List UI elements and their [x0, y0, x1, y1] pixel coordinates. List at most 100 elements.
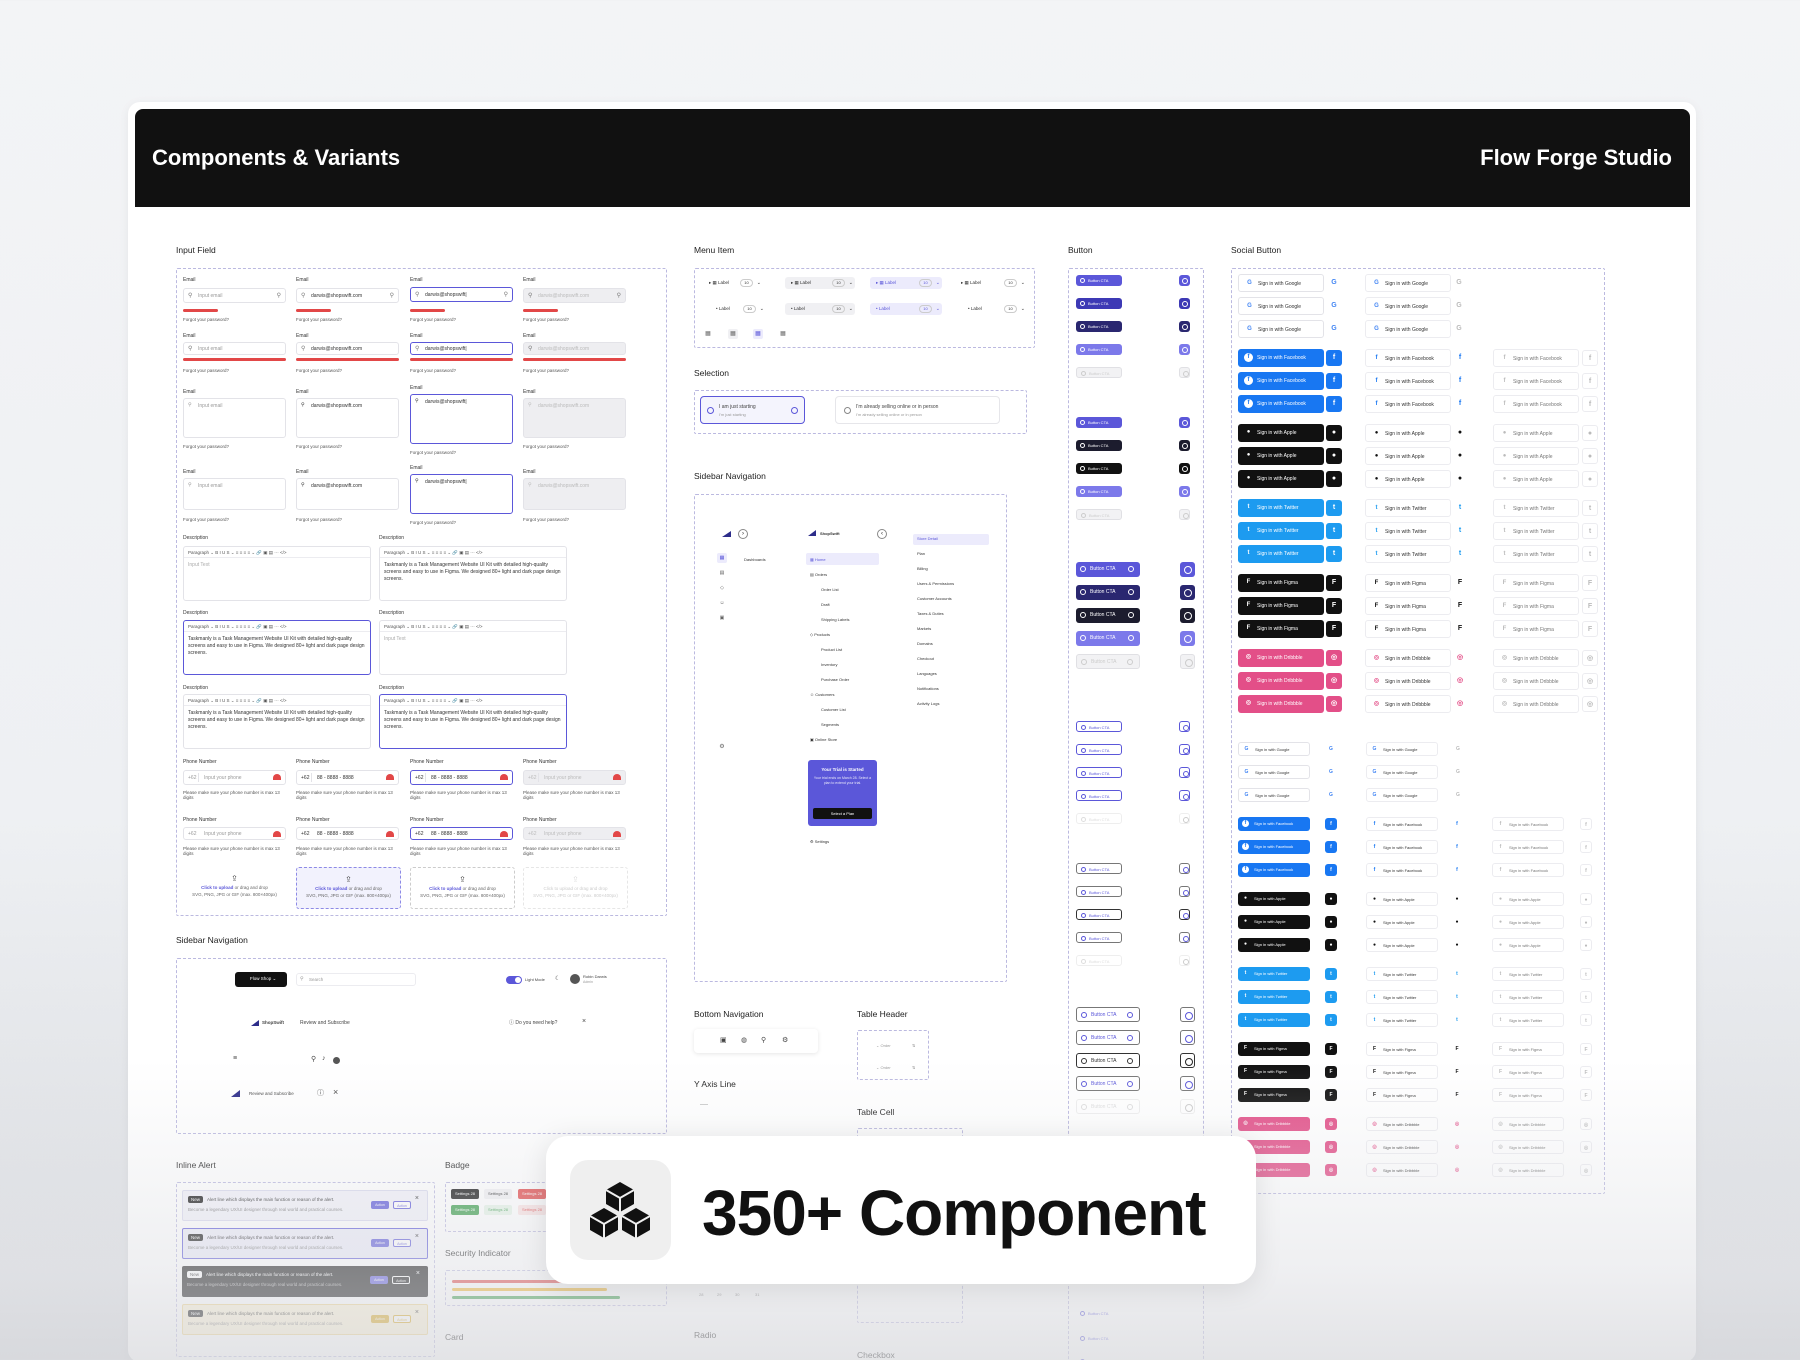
- avatar[interactable]: [333, 1057, 340, 1064]
- google-icon-button[interactable]: G: [1326, 321, 1342, 337]
- selection-option[interactable]: I'm already selling online or in person …: [835, 396, 1000, 424]
- menu-item-sub-hover[interactable]: • Label 10 ⌄: [785, 303, 855, 315]
- sign-in-twitter-button-outline[interactable]: t Sign in with Twitter: [1366, 967, 1438, 981]
- dribbble-icon-button-outline[interactable]: ◎: [1451, 1141, 1463, 1153]
- home-icon[interactable]: ▦: [717, 553, 727, 563]
- sign-in-apple-button-outline[interactable]: ● Sign in with Apple: [1365, 424, 1451, 442]
- alert-action-button[interactable]: Action: [393, 1315, 411, 1323]
- alert-action-button[interactable]: Action: [392, 1276, 410, 1284]
- icon-button[interactable]: [1180, 562, 1195, 577]
- sign-in-twitter-button-outline[interactable]: t Sign in with Twitter: [1365, 545, 1451, 563]
- twitter-icon-button[interactable]: t: [1326, 500, 1342, 516]
- apple-icon-button[interactable]: ●: [1326, 448, 1342, 464]
- sign-in-facebook-button[interactable]: f Sign in with Facebook: [1238, 817, 1310, 831]
- twitter-icon-button[interactable]: t: [1325, 991, 1337, 1003]
- sign-in-google-button[interactable]: G Sign in with Google: [1238, 297, 1324, 315]
- sign-in-dribbble-button[interactable]: ◎Sign in with Dribbble: [1238, 649, 1324, 667]
- sort-icon[interactable]: ⇅: [912, 1043, 915, 1048]
- cta-button[interactable]: Button CTA: [1076, 417, 1122, 428]
- select-plan-button[interactable]: Select a Plan: [813, 808, 872, 819]
- alert-action-button[interactable]: Action: [393, 1239, 411, 1247]
- search-icon[interactable]: ⚲: [311, 1055, 316, 1063]
- sign-in-twitter-button-outline[interactable]: t Sign in with Twitter: [1365, 499, 1451, 517]
- cta-button[interactable]: Button CTA: [1076, 275, 1122, 286]
- sign-in-apple-button-outline[interactable]: ● Sign in with Apple: [1366, 892, 1438, 906]
- icon-button[interactable]: [1180, 585, 1195, 600]
- cta-button[interactable]: Button CTA: [1076, 863, 1122, 874]
- cta-button[interactable]: Button CTA: [1076, 321, 1122, 332]
- sign-in-twitter-button[interactable]: t Sign in with Twitter: [1238, 499, 1324, 517]
- nav-product-list[interactable]: Product List: [821, 647, 842, 652]
- twitter-icon-button-outline[interactable]: t: [1452, 500, 1468, 516]
- gear-icon[interactable]: ⚙: [782, 1036, 788, 1044]
- icon-button[interactable]: [1180, 1030, 1195, 1045]
- menu-item-sub-active[interactable]: • Label 10 ⌄: [870, 303, 942, 315]
- cta-button[interactable]: Button CTA: [1076, 1076, 1140, 1091]
- editor-toolbar[interactable]: Paragraph ⌄ B I U S ⌄ ≡ ≡ ≡ ≡ ⌄ 🔗 ▣ ▤ ··…: [184, 547, 370, 558]
- icon-button[interactable]: [1179, 932, 1190, 943]
- settings-nav-item[interactable]: Store Detail: [917, 536, 938, 541]
- icon-button[interactable]: [1180, 654, 1195, 669]
- nav-shipping[interactable]: Shipping Labels: [821, 617, 849, 622]
- sign-in-google-button[interactable]: G Sign in with Google: [1238, 742, 1310, 756]
- close-icon[interactable]: ×: [415, 1309, 419, 1316]
- email-input-small[interactable]: ⚲ darwis@shopswift.com: [296, 342, 399, 355]
- facebook-icon-button[interactable]: f: [1325, 818, 1337, 830]
- facebook-icon-button[interactable]: f: [1326, 350, 1342, 366]
- cta-button[interactable]: Button CTA: [1076, 631, 1140, 646]
- nav-home[interactable]: ▦ Home: [810, 557, 826, 562]
- figma-icon-button[interactable]: F: [1326, 621, 1342, 637]
- sign-in-figma-button-outline[interactable]: F Sign in with Figma: [1365, 620, 1451, 638]
- forgot-link[interactable]: Forgot your password?: [296, 517, 342, 522]
- facebook-icon-button[interactable]: f: [1326, 373, 1342, 389]
- phone-input-small-focused[interactable]: +62 88 - 8888 - 8888: [410, 827, 513, 840]
- apple-icon-button-outline[interactable]: ●: [1452, 448, 1468, 464]
- facebook-icon-button[interactable]: f: [1326, 396, 1342, 412]
- sign-in-google-button-outline[interactable]: G Sign in with Google: [1366, 742, 1438, 756]
- nav-customer-list[interactable]: Customer List: [821, 707, 846, 712]
- google-icon-button[interactable]: G: [1326, 275, 1342, 291]
- settings-nav-item[interactable]: Customer Accounts: [917, 596, 952, 601]
- nav-online-store[interactable]: ▣ Online Store: [810, 737, 837, 742]
- cta-button[interactable]: Button CTA: [1076, 440, 1122, 451]
- cta-button[interactable]: Button CTA: [1076, 1053, 1140, 1068]
- forgot-link[interactable]: Forgot your password?: [296, 368, 342, 373]
- forgot-link[interactable]: Forgot your password?: [296, 317, 342, 322]
- nav-draft[interactable]: Draft: [821, 602, 830, 607]
- sign-in-twitter-button[interactable]: t Sign in with Twitter: [1238, 545, 1324, 563]
- cta-button[interactable]: Button CTA: [1076, 932, 1122, 943]
- email-textbox-focused[interactable]: ⚲ darwis@shopswift|: [410, 394, 513, 444]
- cta-button[interactable]: Button CTA: [1076, 1099, 1140, 1114]
- sign-in-twitter-button[interactable]: t Sign in with Twitter: [1238, 522, 1324, 540]
- cta-button[interactable]: Button CTA: [1076, 1030, 1140, 1045]
- icon-button[interactable]: [1179, 417, 1190, 428]
- sign-in-figma-button-outline[interactable]: F Sign in with Figma: [1366, 1065, 1438, 1079]
- dribbble-icon-button[interactable]: ◎: [1325, 1164, 1337, 1176]
- cta-button[interactable]: Button CTA: [1076, 744, 1122, 755]
- settings-nav-item[interactable]: Languages: [917, 671, 937, 676]
- sign-in-figma-button[interactable]: F Sign in with Figma: [1238, 620, 1324, 638]
- forgot-link[interactable]: Forgot your password?: [183, 317, 229, 322]
- chevron-left-icon[interactable]: ‹: [877, 529, 887, 539]
- email-input-focused[interactable]: ⚲ darwis@shopswift| ⚲: [410, 287, 513, 302]
- dribbble-icon-button[interactable]: ◎: [1326, 650, 1342, 666]
- editor-toolbar[interactable]: Paragraph ⌄ B I U S ⌄ ≡ ≡ ≡ ≡ ⌄ 🔗 ▣ ▤ ··…: [184, 621, 370, 632]
- sign-in-facebook-button[interactable]: f Sign in with Facebook: [1238, 863, 1310, 877]
- apple-icon-button[interactable]: ●: [1325, 939, 1337, 951]
- icon-button[interactable]: [1179, 767, 1190, 778]
- sign-in-google-button-outline[interactable]: G Sign in with Google: [1365, 297, 1451, 315]
- sign-in-figma-button[interactable]: F Sign in with Figma: [1238, 1088, 1310, 1102]
- table-header-cell[interactable]: ⌄ Order: [876, 1043, 891, 1048]
- cta-button[interactable]: Button CTA: [1076, 298, 1122, 309]
- icon-button[interactable]: [1179, 298, 1190, 309]
- icon-button[interactable]: [1179, 955, 1190, 966]
- cta-button[interactable]: Button CTA: [1076, 1333, 1122, 1344]
- phone-input-small[interactable]: +62 88 - 8888 - 8888: [296, 827, 399, 840]
- menu-item[interactable]: ▸ ▦ Label 10 ⌄: [703, 277, 763, 289]
- table-header-cell[interactable]: ⌄ Order: [876, 1065, 891, 1070]
- icon-button[interactable]: [1179, 367, 1190, 378]
- apple-icon-button-outline[interactable]: ●: [1452, 471, 1468, 487]
- sign-in-twitter-button-outline[interactable]: t Sign in with Twitter: [1366, 1013, 1438, 1027]
- sign-in-twitter-button-outline[interactable]: t Sign in with Twitter: [1366, 990, 1438, 1004]
- figma-icon-button[interactable]: F: [1325, 1043, 1337, 1055]
